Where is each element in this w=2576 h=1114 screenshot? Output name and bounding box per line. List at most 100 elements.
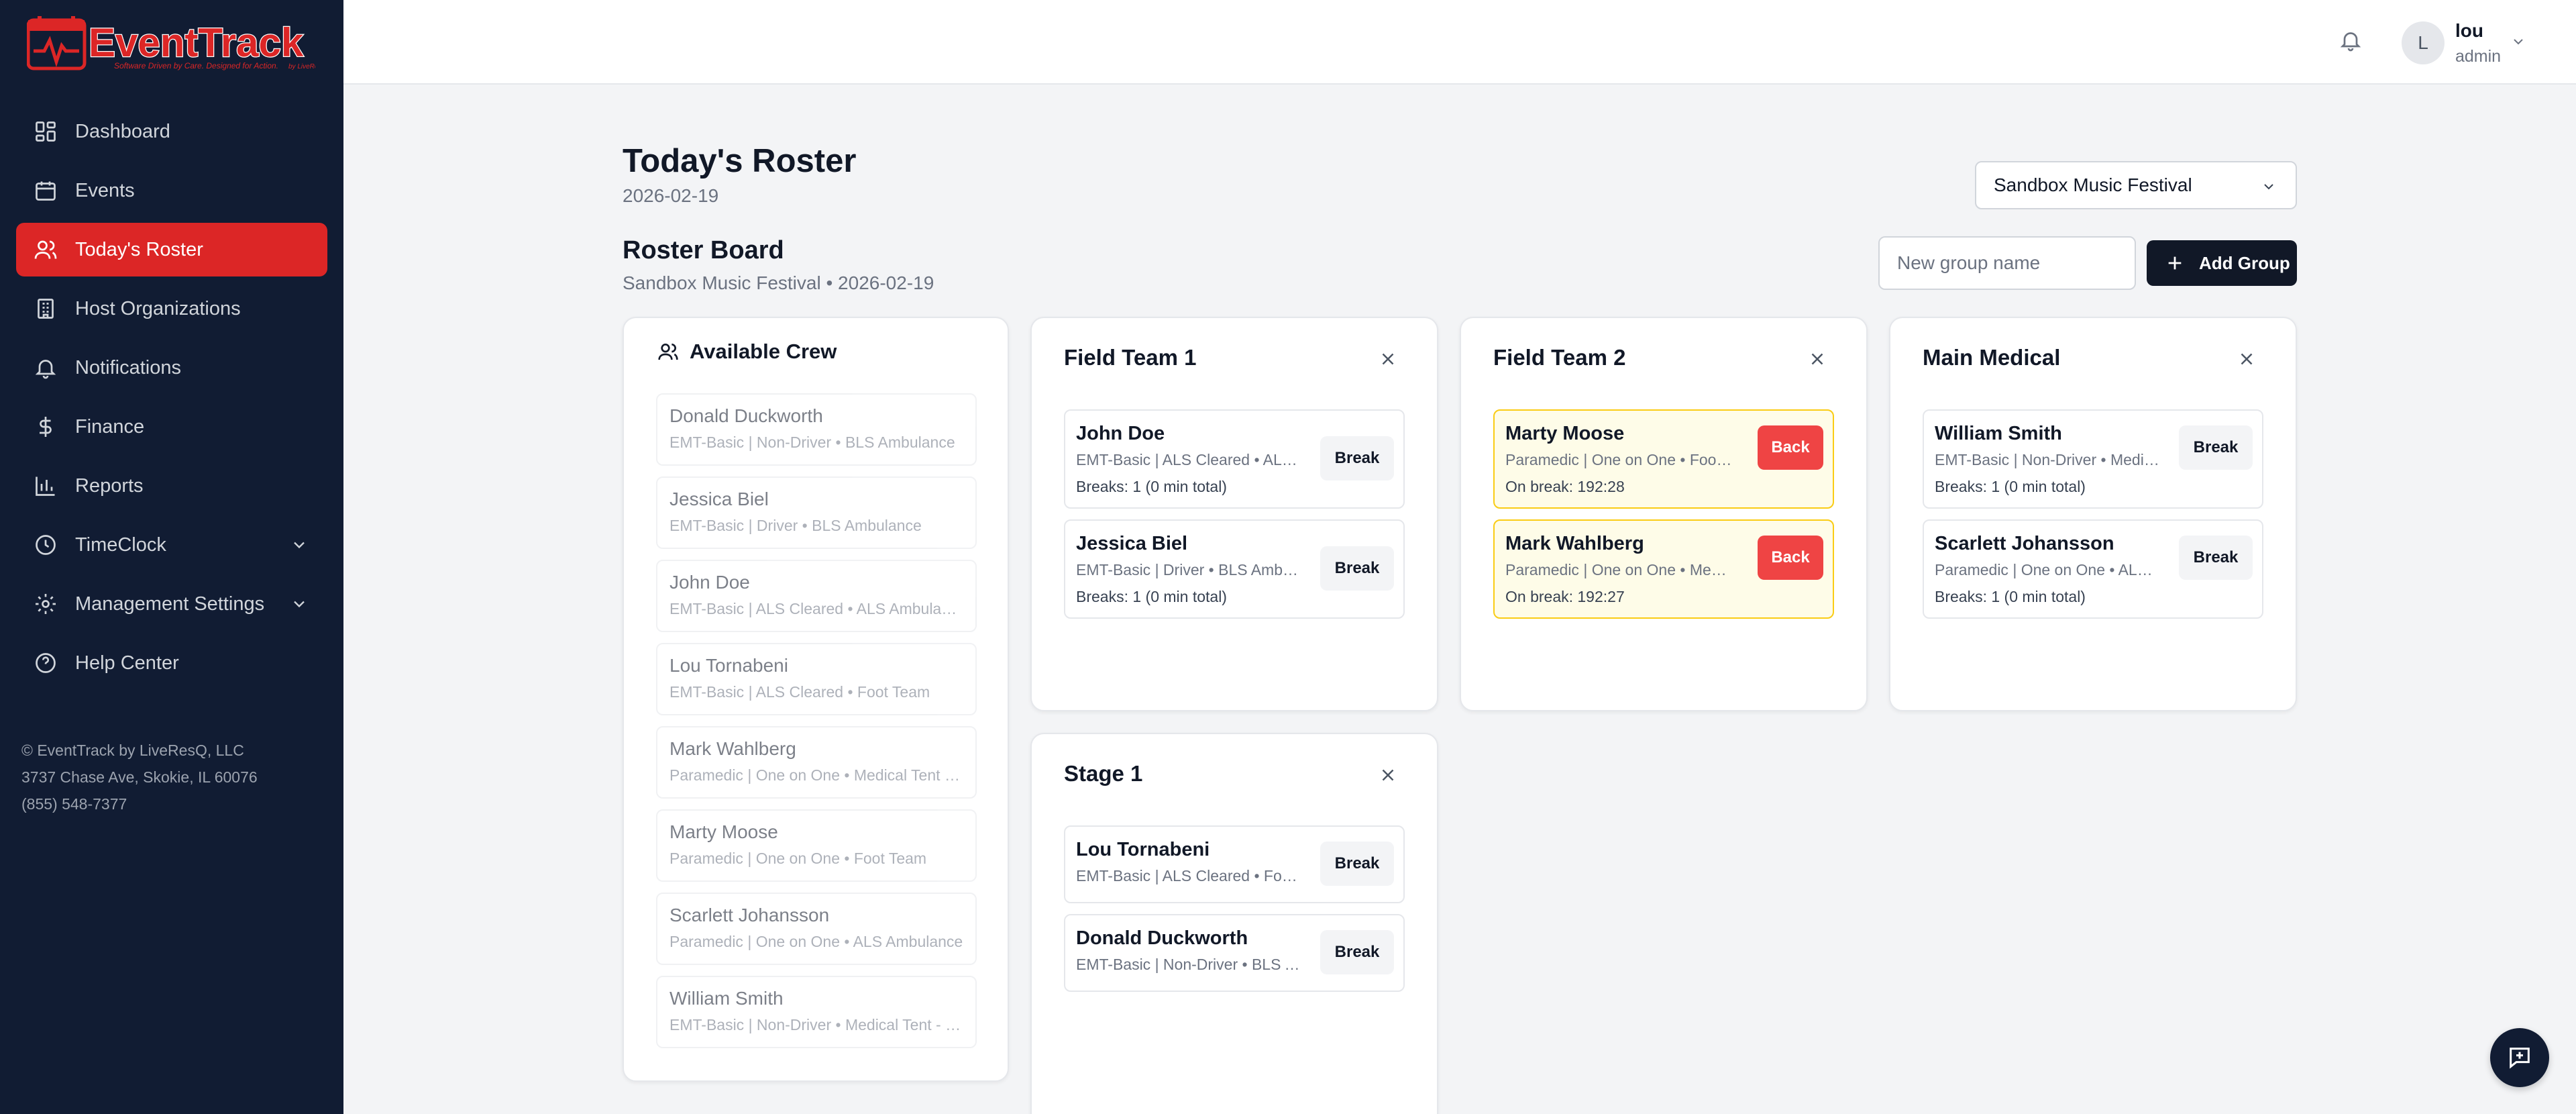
break-button[interactable]: Break bbox=[1320, 930, 1394, 974]
users-icon bbox=[32, 236, 59, 263]
crew-item[interactable]: Scarlett Johansson Paramedic | One on One… bbox=[656, 893, 977, 965]
member-status: Breaks: 1 (0 min total) bbox=[1935, 478, 2086, 495]
sidebar-item-events[interactable]: Events bbox=[16, 164, 327, 217]
crew-name: Mark Wahlberg bbox=[669, 738, 796, 759]
back-button[interactable]: Back bbox=[1758, 425, 1823, 470]
group-member-card[interactable]: Marty Moose Paramedic | One on One • Foo… bbox=[1493, 409, 1834, 509]
sidebar-item-todays-roster[interactable]: Today's Roster bbox=[16, 223, 327, 276]
break-button[interactable]: Break bbox=[1320, 546, 1394, 591]
page-title: Today's Roster bbox=[623, 143, 857, 179]
crew-item[interactable]: Jessica Biel EMT-Basic | Driver • BLS Amb… bbox=[656, 476, 977, 549]
crew-item[interactable]: Marty Moose Paramedic | One on One • Foot… bbox=[656, 809, 977, 882]
group-member-card[interactable]: Jessica Biel EMT-Basic | Driver • BLS Am… bbox=[1064, 519, 1405, 619]
sidebar-item-timeclock[interactable]: TimeClock bbox=[16, 518, 327, 572]
add-group-label: Add Group bbox=[2199, 252, 2290, 273]
sidebar-footer: © EventTrack by LiveResQ, LLC 3737 Chase… bbox=[21, 737, 258, 817]
crew-meta: EMT-Basic | ALS Cleared • ALS Ambulance bbox=[669, 600, 963, 617]
gear-icon bbox=[32, 591, 59, 617]
new-group-name-input[interactable] bbox=[1878, 236, 2136, 290]
crew-meta: EMT-Basic | Non-Driver • Medical Tent - … bbox=[669, 1016, 963, 1033]
sidebar-item-dashboard[interactable]: Dashboard bbox=[16, 105, 327, 158]
bell-icon bbox=[32, 354, 59, 381]
bell-icon[interactable] bbox=[2339, 28, 2363, 52]
sidebar-item-notifications[interactable]: Notifications bbox=[16, 341, 327, 395]
group-card-main-medical: Main Medical William Smith EMT-Basic | N… bbox=[1889, 317, 2297, 711]
member-meta: Paramedic | One on One • Foot Team bbox=[1505, 451, 1733, 468]
member-name: Jessica Biel bbox=[1076, 533, 1188, 554]
users-icon bbox=[658, 343, 678, 360]
group-card-stage-1: Stage 1 Lou Tornabeni EMT-Basic | ALS Cl… bbox=[1030, 733, 1438, 1114]
break-button[interactable]: Break bbox=[2179, 425, 2253, 470]
crew-name: Donald Duckworth bbox=[669, 405, 823, 426]
crew-item[interactable]: Donald Duckworth EMT-Basic | Non-Driver •… bbox=[656, 393, 977, 466]
sidebar-item-label: Dashboard bbox=[75, 120, 170, 142]
crew-name: Jessica Biel bbox=[669, 489, 769, 509]
avatar[interactable]: L bbox=[2402, 21, 2445, 64]
group-member-card[interactable]: Donald Duckworth EMT-Basic | Non-Driver … bbox=[1064, 914, 1405, 992]
member-meta: Paramedic | One on One • ALS Ambulance bbox=[1935, 561, 2163, 578]
member-name: Donald Duckworth bbox=[1076, 927, 1248, 949]
group-member-card[interactable]: Mark Wahlberg Paramedic | One on One • M… bbox=[1493, 519, 1834, 619]
add-group-button[interactable]: Add Group bbox=[2147, 240, 2297, 286]
sidebar: EventTrack Software Driven by Care. Desi… bbox=[0, 0, 343, 1114]
board-subtitle: Sandbox Music Festival • 2026-02-19 bbox=[623, 272, 934, 293]
sidebar-item-label: Events bbox=[75, 179, 135, 201]
crew-item[interactable]: Mark Wahlberg Paramedic | One on One • Me… bbox=[656, 726, 977, 799]
sidebar-nav: Dashboard Events Today's Roster Host Org… bbox=[16, 105, 327, 695]
event-select[interactable]: Sandbox Music Festival bbox=[1975, 161, 2297, 209]
crew-item[interactable]: John Doe EMT-Basic | ALS Cleared • ALS Am… bbox=[656, 560, 977, 632]
sidebar-item-management-settings[interactable]: Management Settings bbox=[16, 577, 327, 631]
member-name: William Smith bbox=[1935, 423, 2062, 444]
close-icon[interactable] bbox=[2237, 349, 2257, 369]
back-button[interactable]: Back bbox=[1758, 536, 1823, 580]
footer-phone: (855) 548-7377 bbox=[21, 795, 127, 813]
crew-item[interactable]: Lou Tornabeni EMT-Basic | ALS Cleared • F… bbox=[656, 643, 977, 715]
clock-icon bbox=[32, 531, 59, 558]
close-icon[interactable] bbox=[1378, 765, 1398, 785]
crew-meta: Paramedic | One on One • Medical Tent - … bbox=[669, 766, 963, 784]
plus-icon bbox=[2168, 256, 2182, 270]
sidebar-item-help-center[interactable]: Help Center bbox=[16, 636, 327, 690]
user-name[interactable]: lou bbox=[2455, 20, 2483, 42]
chevron-down-icon[interactable] bbox=[290, 536, 309, 554]
sidebar-item-label: TimeClock bbox=[75, 534, 166, 556]
crew-name: Marty Moose bbox=[669, 821, 778, 842]
break-button[interactable]: Break bbox=[1320, 436, 1394, 480]
group-title: Field Team 2 bbox=[1493, 345, 1626, 370]
group-member-card[interactable]: Lou Tornabeni EMT-Basic | ALS Cleared • … bbox=[1064, 825, 1405, 903]
group-member-card[interactable]: John Doe EMT-Basic | ALS Cleared • ALS A… bbox=[1064, 409, 1405, 509]
chevron-down-icon[interactable] bbox=[2510, 34, 2526, 50]
sidebar-item-reports[interactable]: Reports bbox=[16, 459, 327, 513]
dollar-icon bbox=[32, 413, 59, 440]
crew-name: William Smith bbox=[669, 988, 784, 1009]
crew-item[interactable]: William Smith EMT-Basic | Non-Driver • Me… bbox=[656, 976, 977, 1048]
user-role: admin bbox=[2455, 47, 2502, 66]
page-date: 2026-02-19 bbox=[623, 185, 719, 206]
member-status: Breaks: 1 (0 min total) bbox=[1076, 588, 1227, 605]
member-meta: EMT-Basic | ALS Cleared • Foot Team bbox=[1076, 867, 1304, 884]
chat-button[interactable] bbox=[2490, 1028, 2549, 1087]
building-icon bbox=[32, 295, 59, 322]
member-name: Mark Wahlberg bbox=[1505, 533, 1644, 554]
group-member-card[interactable]: William Smith EMT-Basic | Non-Driver • M… bbox=[1923, 409, 2263, 509]
chevron-down-icon[interactable] bbox=[290, 595, 309, 613]
crew-meta: Paramedic | One on One • ALS Ambulance bbox=[669, 933, 963, 950]
crew-name: Scarlett Johansson bbox=[669, 905, 830, 925]
sidebar-item-label: Help Center bbox=[75, 652, 179, 674]
svg-text:Software Driven by Care. Desig: Software Driven by Care. Designed for Ac… bbox=[114, 61, 278, 70]
grid-icon bbox=[32, 118, 59, 145]
sidebar-item-finance[interactable]: Finance bbox=[16, 400, 327, 454]
group-member-card[interactable]: Scarlett Johansson Paramedic | One on On… bbox=[1923, 519, 2263, 619]
footer-copyright: © EventTrack by LiveResQ, LLC bbox=[21, 742, 244, 759]
member-name: Scarlett Johansson bbox=[1935, 533, 2114, 554]
close-icon[interactable] bbox=[1378, 349, 1398, 369]
eventtrack-logo[interactable]: EventTrack Software Driven by Care. Desi… bbox=[27, 16, 315, 71]
crew-meta: EMT-Basic | Driver • BLS Ambulance bbox=[669, 517, 922, 534]
sidebar-item-label: Reports bbox=[75, 474, 144, 497]
member-name: Lou Tornabeni bbox=[1076, 839, 1210, 860]
sidebar-item-host-organizations[interactable]: Host Organizations bbox=[16, 282, 327, 336]
close-icon[interactable] bbox=[1807, 349, 1827, 369]
sidebar-item-label: Today's Roster bbox=[75, 238, 203, 260]
break-button[interactable]: Break bbox=[1320, 842, 1394, 886]
break-button[interactable]: Break bbox=[2179, 536, 2253, 580]
